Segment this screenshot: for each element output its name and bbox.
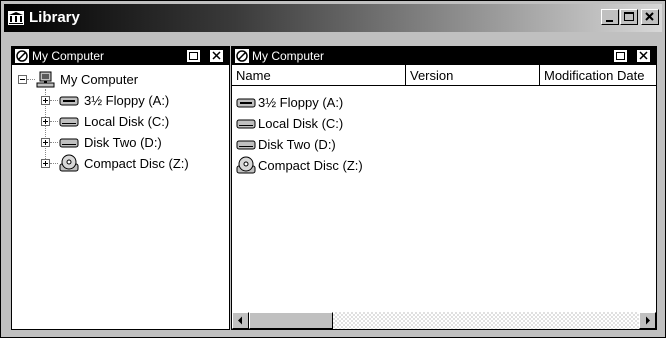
arrow-right-icon (646, 316, 650, 325)
maximize-icon (189, 52, 198, 60)
cd-drive-icon (236, 156, 256, 174)
close-icon (645, 12, 654, 21)
title-bar[interactable]: Library (4, 4, 662, 32)
hard-disk-icon (59, 117, 79, 127)
tree-pane: My Computer My Computer 3½ Floppy (A:) L… (11, 46, 230, 330)
tree-connector-line (50, 100, 58, 102)
arrow-left-icon (238, 316, 242, 325)
hard-disk-icon (236, 140, 256, 150)
tree-connector-line (50, 163, 58, 165)
library-window: Library My Computer My Computer 3½ Flopp… (0, 0, 666, 338)
close-button[interactable] (641, 9, 659, 25)
horizontal-scrollbar[interactable] (232, 312, 656, 329)
tree-connector-line (27, 79, 35, 81)
list-pane-title: My Computer (252, 49, 325, 63)
tree-item-label: Disk Two (D:) (84, 135, 162, 150)
tree-item-label: 3½ Floppy (A:) (84, 93, 170, 108)
list-pane-maximize-button[interactable] (613, 49, 628, 63)
my-computer-icon (235, 49, 249, 63)
tree-item-label: Local Disk (C:) (84, 114, 170, 129)
my-computer-icon (15, 49, 29, 63)
minimize-icon (606, 20, 613, 22)
list-item-name: 3½ Floppy (A:) (258, 95, 344, 110)
scroll-right-button[interactable] (639, 312, 656, 329)
cd-drive-icon (59, 154, 79, 172)
tree-pane-maximize-button[interactable] (186, 49, 201, 63)
floppy-drive-icon (236, 98, 256, 108)
close-icon (212, 51, 221, 60)
scroll-left-button[interactable] (232, 312, 249, 329)
hard-disk-icon (59, 138, 79, 148)
window-title: Library (29, 9, 80, 26)
list-item-name: Disk Two (D:) (258, 137, 336, 152)
tree-pane-title: My Computer (32, 49, 105, 63)
floppy-drive-icon (59, 96, 79, 106)
minimize-button[interactable] (601, 9, 619, 25)
maximize-icon (624, 12, 634, 21)
list-pane-close-button[interactable] (636, 49, 651, 63)
column-header-modification-date[interactable]: Modification Date (540, 65, 656, 86)
tree-item-label: Compact Disc (Z:) (84, 156, 189, 171)
expand-toggle[interactable] (41, 138, 50, 147)
list-pane-header[interactable]: My Computer (232, 47, 656, 65)
close-icon (639, 51, 648, 60)
column-header-version[interactable]: Version (406, 65, 540, 86)
maximize-button[interactable] (620, 9, 638, 25)
library-icon (8, 11, 24, 25)
tree-item-label: My Computer (60, 72, 139, 87)
list-pane: My Computer Name Version Modification Da… (231, 46, 657, 330)
computer-icon (36, 71, 55, 88)
scrollbar-thumb[interactable] (249, 312, 333, 329)
collapse-toggle[interactable] (18, 75, 27, 84)
tree-pane-header[interactable]: My Computer (12, 47, 229, 65)
maximize-icon (616, 52, 625, 60)
tree-connector-line (50, 121, 58, 123)
hard-disk-icon (236, 119, 256, 129)
list-item-name: Compact Disc (Z:) (258, 158, 363, 173)
tree-connector-line (50, 142, 58, 144)
expand-toggle[interactable] (41, 117, 50, 126)
tree-pane-close-button[interactable] (209, 49, 224, 63)
column-header-name[interactable]: Name (232, 65, 406, 86)
expand-toggle[interactable] (41, 159, 50, 168)
list-item-name: Local Disk (C:) (258, 116, 344, 131)
expand-toggle[interactable] (41, 96, 50, 105)
